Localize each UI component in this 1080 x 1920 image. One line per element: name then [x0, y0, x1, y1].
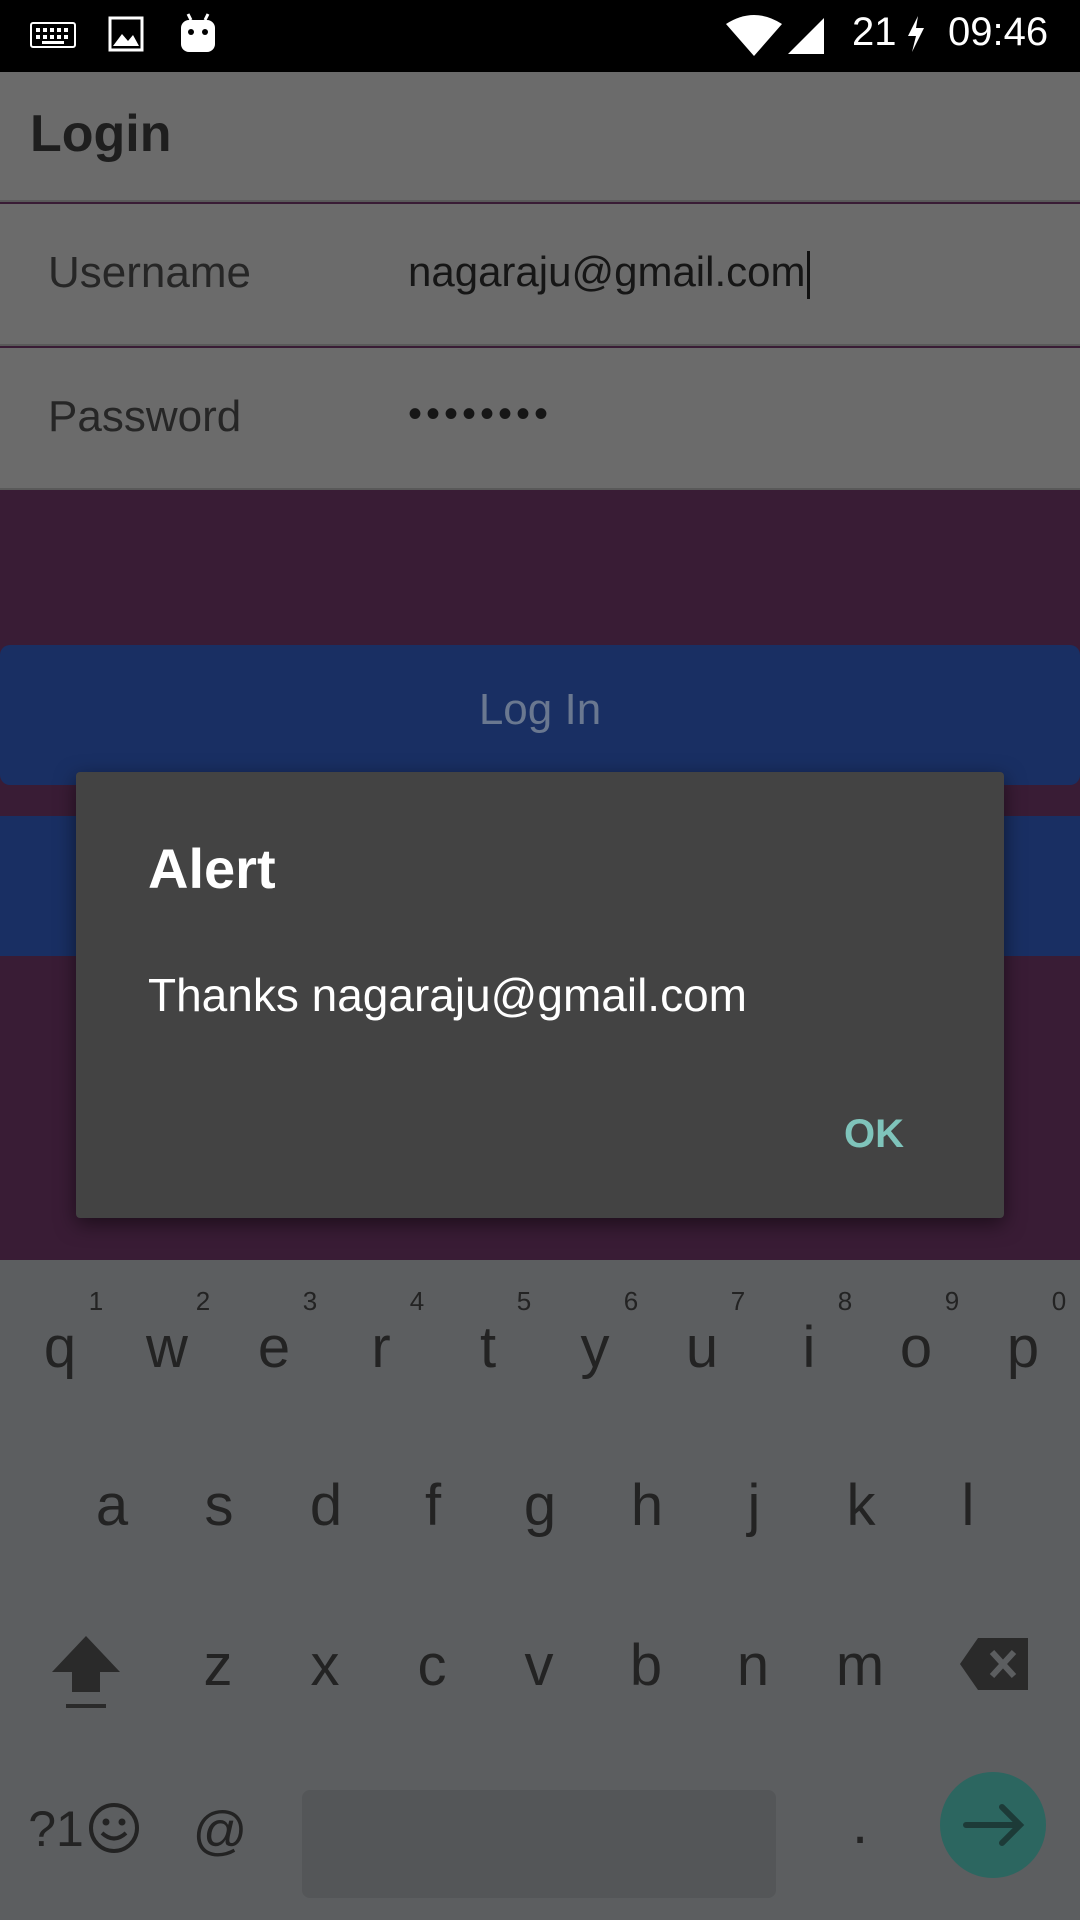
key-b[interactable]: b [592, 1632, 700, 1699]
key-hint: 9 [944, 1286, 960, 1316]
key-j[interactable]: j [700, 1472, 808, 1539]
key-d[interactable]: d [272, 1472, 380, 1539]
cell-signal-icon [786, 16, 826, 60]
password-value: •••••••• [408, 392, 553, 436]
symbols-key[interactable]: ?1 [16, 1800, 96, 1858]
password-row: Password •••••••• [0, 348, 1080, 490]
period-key[interactable]: . [806, 1790, 914, 1857]
key-y[interactable]: y [541, 1314, 649, 1381]
key-hint: 3 [302, 1286, 318, 1316]
text-cursor [807, 250, 811, 299]
enter-button[interactable] [940, 1772, 1046, 1878]
key-x[interactable]: x [271, 1632, 379, 1699]
ok-button[interactable]: OK [844, 1112, 904, 1157]
key-f[interactable]: f [379, 1472, 487, 1539]
key-hint: 6 [623, 1286, 639, 1316]
key-t[interactable]: t [434, 1314, 542, 1381]
key-s[interactable]: s [165, 1472, 273, 1539]
key-u[interactable]: u [648, 1314, 756, 1381]
key-hint: 5 [516, 1286, 532, 1316]
key-w[interactable]: w [113, 1314, 221, 1381]
shift-icon[interactable] [50, 1632, 122, 1716]
toolbar: Login [0, 72, 1080, 202]
android-icon [178, 12, 218, 58]
key-z[interactable]: z [164, 1632, 272, 1699]
key-hint: 8 [837, 1286, 853, 1316]
image-icon [108, 16, 144, 56]
key-e[interactable]: e [220, 1314, 328, 1381]
status-bar: 21 09:46 [0, 0, 1080, 72]
emoji-icon[interactable] [88, 1802, 140, 1858]
alert-dialog: Alert Thanks nagaraju@gmail.com OK [76, 772, 1004, 1218]
arrow-right-icon [963, 1804, 1025, 1846]
password-label: Password [48, 392, 242, 441]
key-hint: 0 [1051, 1286, 1067, 1316]
key-l[interactable]: l [914, 1472, 1022, 1539]
at-key[interactable]: @ [166, 1800, 274, 1862]
soft-keyboard: 1q 2w 3e 4r 5t 6y 7u 8i 9o 0p asdfghjkl zxcvbnm ?… [0, 1260, 1080, 1920]
key-a[interactable]: a [58, 1472, 166, 1539]
spacebar[interactable] [302, 1790, 776, 1898]
username-field[interactable]: nagaraju@gmail.com [408, 248, 1048, 308]
key-m[interactable]: m [806, 1632, 914, 1699]
key-v[interactable]: v [485, 1632, 593, 1699]
key-hint: 4 [409, 1286, 425, 1316]
key-c[interactable]: c [378, 1632, 486, 1699]
backspace-icon[interactable] [958, 1636, 1030, 1696]
keyboard-icon [30, 22, 76, 52]
login-button[interactable]: Log In [0, 645, 1080, 785]
key-n[interactable]: n [699, 1632, 807, 1699]
username-label: Username [48, 248, 251, 297]
wifi-icon [724, 14, 784, 62]
key-o[interactable]: o [862, 1314, 970, 1381]
key-r[interactable]: r [327, 1314, 435, 1381]
dialog-title: Alert [148, 837, 276, 900]
key-hint: 1 [88, 1286, 104, 1316]
username-value: nagaraju@gmail.com [408, 248, 806, 295]
key-q[interactable]: q [6, 1314, 114, 1381]
key-i[interactable]: i [755, 1314, 863, 1381]
key-hint: 2 [195, 1286, 211, 1316]
username-row: Username nagaraju@gmail.com [0, 204, 1080, 346]
key-h[interactable]: h [593, 1472, 701, 1539]
page-title: Login [30, 105, 172, 163]
login-button-label: Log In [478, 685, 602, 734]
key-k[interactable]: k [807, 1472, 915, 1539]
dialog-message: Thanks nagaraju@gmail.com [148, 969, 747, 1021]
key-hint: 7 [730, 1286, 746, 1316]
clock: 09:46 [948, 10, 1049, 54]
charging-icon [904, 14, 928, 58]
battery-level: 21 [852, 10, 897, 54]
key-p[interactable]: p [969, 1314, 1077, 1381]
key-g[interactable]: g [486, 1472, 594, 1539]
password-field[interactable]: •••••••• [408, 392, 1048, 452]
